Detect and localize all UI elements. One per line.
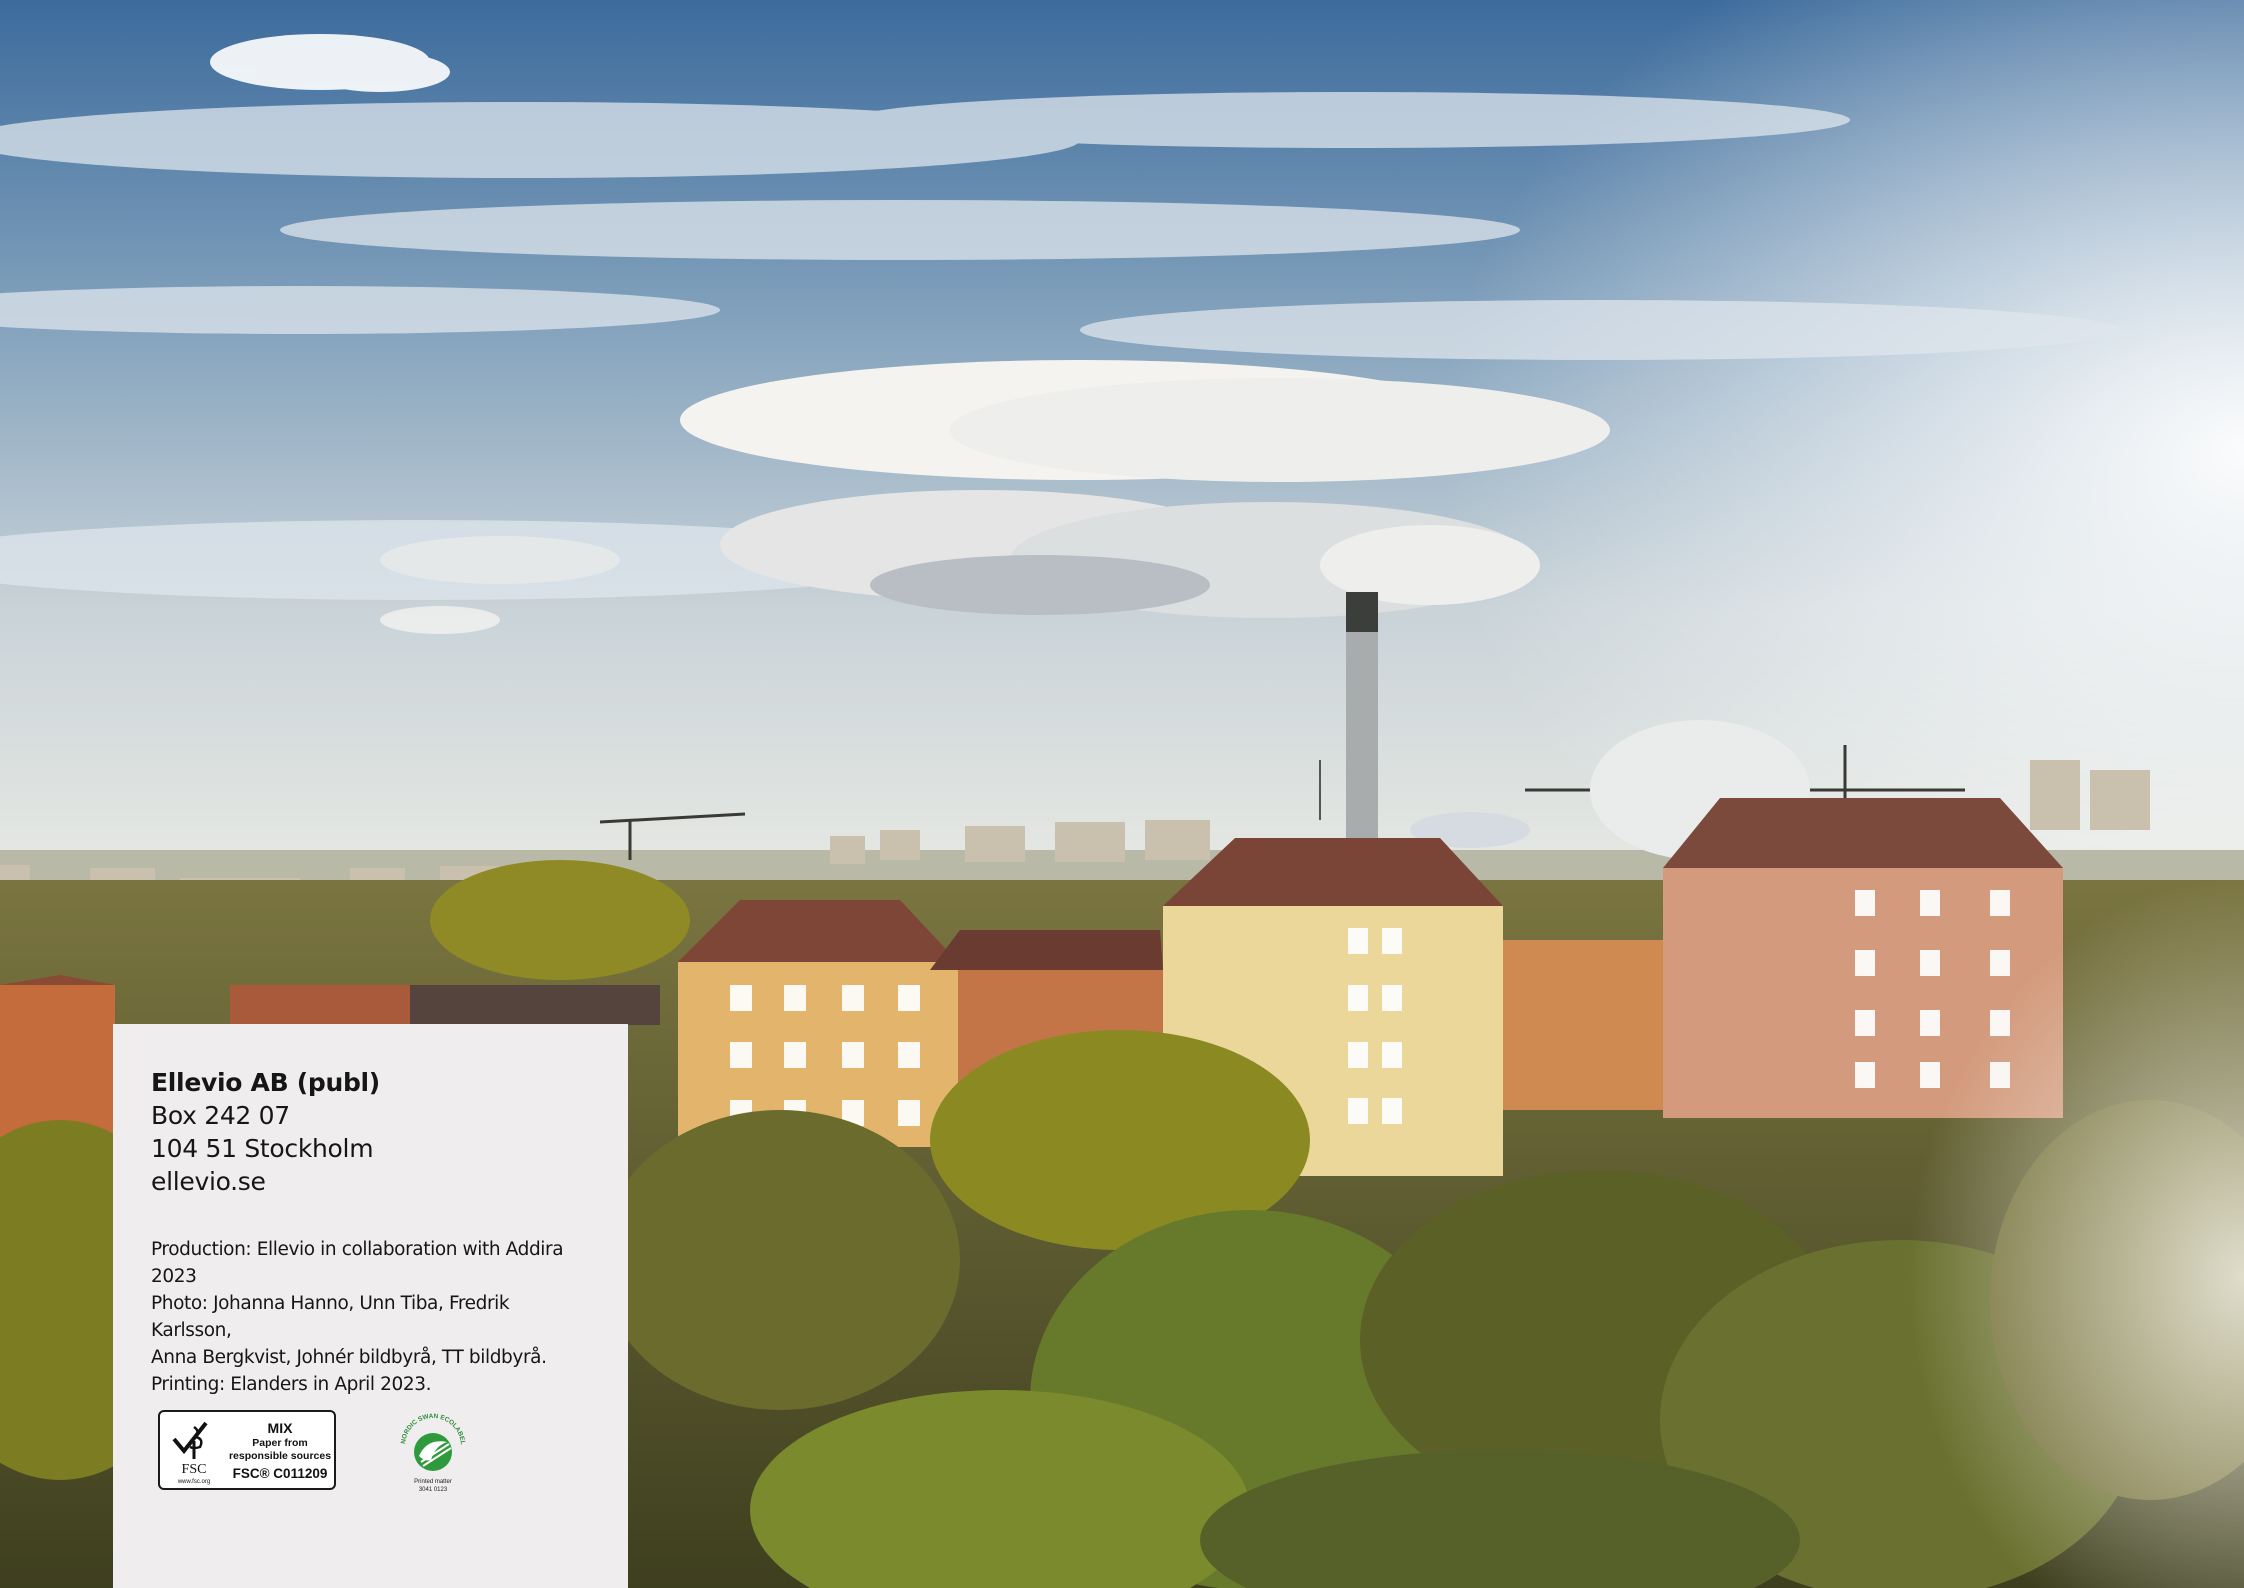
- fsc-url-text: www.fsc.org: [177, 1479, 210, 1485]
- swan-number: 3041 0123: [419, 1487, 448, 1493]
- photo-credit-line-2: Anna Bergkvist, Johnér bildbyrå, TT bild…: [151, 1347, 547, 1368]
- printing-credit: Printing: Elanders in April 2023.: [151, 1374, 432, 1395]
- postal-box: Box 242 07: [151, 1101, 290, 1130]
- fsc-paper-line-1: Paper from: [252, 1437, 308, 1449]
- company-name: Ellevio AB (publ): [151, 1068, 380, 1097]
- fsc-tree-checkmark-icon: FSC www.fsc.org: [172, 1421, 210, 1485]
- nordic-swan-ecolabel-icon: NORDIC SWAN ECOLABEL Printed matter 3041…: [400, 1413, 466, 1493]
- swan-label: Printed matter: [414, 1479, 452, 1485]
- fsc-logo: FSC www.fsc.org MIX Paper from responsib…: [158, 1410, 336, 1490]
- fsc-license-code: FSC® C011209: [232, 1466, 328, 1481]
- photo-credit-line-1: Photo: Johanna Hanno, Unn Tiba, Fredrik …: [151, 1293, 510, 1341]
- website-link[interactable]: ellevio.se: [151, 1165, 590, 1198]
- production-credit: Production: Ellevio in collaboration wit…: [151, 1239, 564, 1287]
- fsc-brand-text: FSC: [182, 1462, 207, 1477]
- postal-city: 104 51 Stockholm: [151, 1134, 374, 1163]
- colophon-panel: Ellevio AB (publ) Box 242 07 104 51 Stoc…: [113, 1024, 628, 1588]
- fsc-paper-line-2: responsible sources: [228, 1450, 332, 1462]
- credits-block: Production: Ellevio in collaboration wit…: [151, 1236, 590, 1398]
- fsc-mix-label: MIX: [267, 1420, 293, 1436]
- fsc-text-block: MIX Paper from responsible sources FSC® …: [226, 1420, 334, 1483]
